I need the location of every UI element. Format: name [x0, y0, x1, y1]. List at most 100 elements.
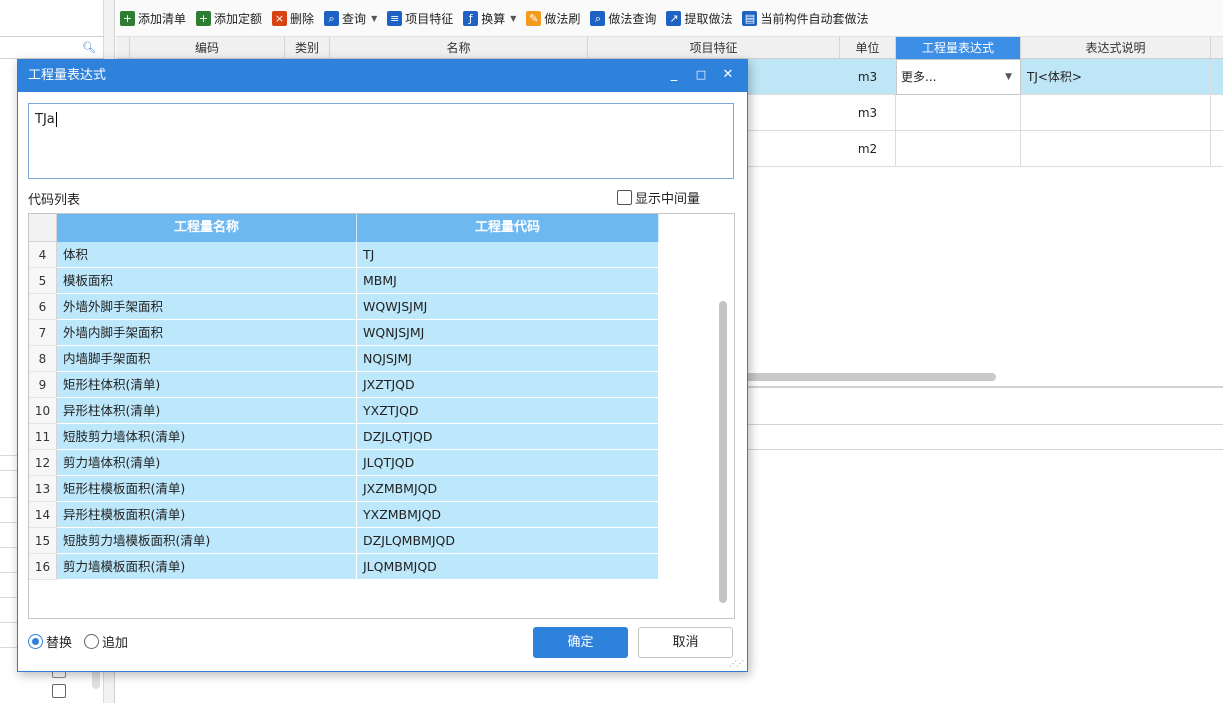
quantity-name-cell[interactable]: 剪力墙体积(清单): [57, 450, 357, 476]
feature-icon: ≡: [387, 10, 403, 26]
table-row[interactable]: 10 异形柱体积(清单) YXZTJQD: [29, 398, 659, 424]
table-row[interactable]: 9 矩形柱体积(清单) JXZTJQD: [29, 372, 659, 398]
grid-header-feature[interactable]: 项目特征: [588, 37, 840, 59]
toolbar-button-6[interactable]: ✎ 做法刷: [526, 10, 580, 27]
column-header-quantity-code[interactable]: 工程量代码: [357, 214, 659, 242]
quantity-code-cell[interactable]: JLQMBMJQD: [357, 554, 659, 580]
toolbar-button-label: 做法查询: [608, 11, 657, 26]
table-row[interactable]: 13 矩形柱模板面积(清单) JXZMBMJQD: [29, 476, 659, 502]
expression-dropdown[interactable]: 更多... ▼: [896, 59, 1021, 95]
left-search-bar[interactable]: 🔍︎: [0, 37, 104, 59]
toolbar-button-7[interactable]: ⌕ 做法查询: [590, 10, 656, 27]
grid-cell-expression-desc[interactable]: [1021, 95, 1211, 131]
show-intermediate-checkbox[interactable]: 显示中间量: [617, 188, 700, 207]
toolbar-button-3[interactable]: ⌕ 查询 ▼: [324, 10, 377, 27]
toolbar-button-label: 项目特征: [405, 11, 454, 26]
table-row[interactable]: 16 剪力墙模板面积(清单) JLQMBMJQD: [29, 554, 659, 580]
dialog-title-bar[interactable]: 工程量表达式 _ □ ✕: [18, 60, 747, 92]
left-checkbox[interactable]: [52, 684, 66, 698]
grid-cell-unit[interactable]: m2: [840, 131, 896, 167]
table-row[interactable]: 15 短肢剪力墙模板面积(清单) DZJLQMBMJQD: [29, 528, 659, 554]
quantity-name-cell[interactable]: 内墙脚手架面积: [57, 346, 357, 372]
code-list-table: 工程量名称 工程量代码 4 体积 TJ 5 模板面积 MBMJ 6 外墙外脚手架面积 WQWJS…: [28, 213, 735, 619]
quantity-code-cell[interactable]: TJ: [357, 242, 659, 268]
minimize-icon[interactable]: _: [661, 60, 687, 92]
quantity-name-cell[interactable]: 外墙外脚手架面积: [57, 294, 357, 320]
append-radio[interactable]: [84, 634, 100, 649]
grid-header: 编码 类别 名称 项目特征 单位 工程量表达式 表达式说明: [116, 37, 1223, 59]
grid-header-expression-desc[interactable]: 表达式说明: [1021, 37, 1211, 59]
quantity-name-cell[interactable]: 模板面积: [57, 268, 357, 294]
toolbar-button-2[interactable]: × 删除: [272, 10, 314, 27]
search-icon[interactable]: 🔍︎: [82, 41, 96, 54]
table-row[interactable]: 5 模板面积 MBMJ: [29, 268, 659, 294]
quantity-code-cell[interactable]: NQJSJMJ: [357, 346, 659, 372]
append-radio-label[interactable]: 追加: [102, 632, 128, 651]
toolbar-button-8[interactable]: ↗ 提取做法: [666, 10, 732, 27]
quantity-code-cell[interactable]: JXZMBMJQD: [357, 476, 659, 502]
close-icon[interactable]: ✕: [715, 60, 741, 92]
code-list-header: 工程量名称 工程量代码: [29, 214, 659, 242]
mode-radio-group: 替换 追加: [28, 632, 128, 651]
ok-button[interactable]: 确定: [533, 627, 628, 658]
code-list-vertical-scrollbar[interactable]: [719, 301, 727, 603]
quantity-name-cell[interactable]: 外墙内脚手架面积: [57, 320, 357, 346]
extract-icon: ↗: [666, 10, 682, 26]
grid-header-category[interactable]: 类别: [285, 37, 330, 59]
dialog-title: 工程量表达式: [28, 68, 107, 83]
table-row[interactable]: 11 短肢剪力墙体积(清单) DZJLQTJQD: [29, 424, 659, 450]
replace-radio-label[interactable]: 替换: [46, 632, 72, 651]
quantity-name-cell[interactable]: 短肢剪力墙体积(清单): [57, 424, 357, 450]
toolbar-button-4[interactable]: ≡ 项目特征: [387, 10, 453, 27]
quantity-code-cell[interactable]: YXZTJQD: [357, 398, 659, 424]
grid-cell-unit[interactable]: m3: [840, 95, 896, 131]
grid-header-expression[interactable]: 工程量表达式: [896, 37, 1021, 59]
chevron-down-icon[interactable]: ▼: [510, 14, 516, 23]
quantity-code-cell[interactable]: YXZMBMJQD: [357, 502, 659, 528]
quantity-name-cell[interactable]: 体积: [57, 242, 357, 268]
grid-horizontal-scrollbar[interactable]: [740, 373, 996, 381]
toolbar-button-9[interactable]: ▤ 当前构件自动套做法: [742, 10, 868, 27]
toolbar-button-5[interactable]: ƒ 换算 ▼: [463, 10, 516, 27]
quantity-code-cell[interactable]: DZJLQMBMJQD: [357, 528, 659, 554]
quantity-code-cell[interactable]: MBMJ: [357, 268, 659, 294]
quantity-name-cell[interactable]: 短肢剪力墙模板面积(清单): [57, 528, 357, 554]
grid-cell-expression-desc[interactable]: TJ<体积>: [1021, 59, 1211, 95]
toolbar-button-0[interactable]: + 添加清单: [120, 10, 186, 27]
quantity-name-cell[interactable]: 剪力墙模板面积(清单): [57, 554, 357, 580]
quantity-name-cell[interactable]: 异形柱模板面积(清单): [57, 502, 357, 528]
table-row[interactable]: 7 外墙内脚手架面积 WQNJSJMJ: [29, 320, 659, 346]
checkbox-icon[interactable]: [617, 190, 632, 205]
grid-cell-expression-desc[interactable]: [1021, 131, 1211, 167]
table-row[interactable]: 8 内墙脚手架面积 NQJSJMJ: [29, 346, 659, 372]
quantity-code-cell[interactable]: JXZTJQD: [357, 372, 659, 398]
grid-cell-unit[interactable]: m3: [840, 59, 896, 95]
grid-header-code[interactable]: 编码: [130, 37, 285, 59]
chevron-down-icon[interactable]: ▼: [1005, 60, 1012, 94]
quantity-code-cell[interactable]: DZJLQTJQD: [357, 424, 659, 450]
maximize-icon[interactable]: □: [688, 60, 714, 92]
left-panel-header: [0, 0, 104, 37]
chevron-down-icon[interactable]: ▼: [371, 14, 377, 23]
table-row[interactable]: 14 异形柱模板面积(清单) YXZMBMJQD: [29, 502, 659, 528]
table-row[interactable]: 12 剪力墙体积(清单) JLQTJQD: [29, 450, 659, 476]
quantity-code-cell[interactable]: WQNJSJMJ: [357, 320, 659, 346]
quantity-name-cell[interactable]: 矩形柱体积(清单): [57, 372, 357, 398]
grid-header-name[interactable]: 名称: [330, 37, 588, 59]
table-row[interactable]: 6 外墙外脚手架面积 WQWJSJMJ: [29, 294, 659, 320]
toolbar-button-label: 删除: [290, 11, 315, 26]
replace-radio[interactable]: [28, 634, 43, 649]
quantity-name-cell[interactable]: 矩形柱模板面积(清单): [57, 476, 357, 502]
quantity-code-cell[interactable]: JLQTJQD: [357, 450, 659, 476]
toolbar-button-1[interactable]: + 添加定额: [196, 10, 262, 27]
grid-header-unit[interactable]: 单位: [840, 37, 896, 59]
grid-cell-expression[interactable]: [896, 131, 1021, 167]
column-header-quantity-name[interactable]: 工程量名称: [57, 214, 357, 242]
grid-cell-expression[interactable]: [896, 95, 1021, 131]
quantity-name-cell[interactable]: 异形柱体积(清单): [57, 398, 357, 424]
expression-input[interactable]: TJa: [28, 103, 734, 179]
quantity-code-cell[interactable]: WQWJSJMJ: [357, 294, 659, 320]
resize-grip-icon[interactable]: ⋰⋰: [729, 659, 744, 668]
table-row[interactable]: 4 体积 TJ: [29, 242, 659, 268]
cancel-button[interactable]: 取消: [638, 627, 733, 658]
